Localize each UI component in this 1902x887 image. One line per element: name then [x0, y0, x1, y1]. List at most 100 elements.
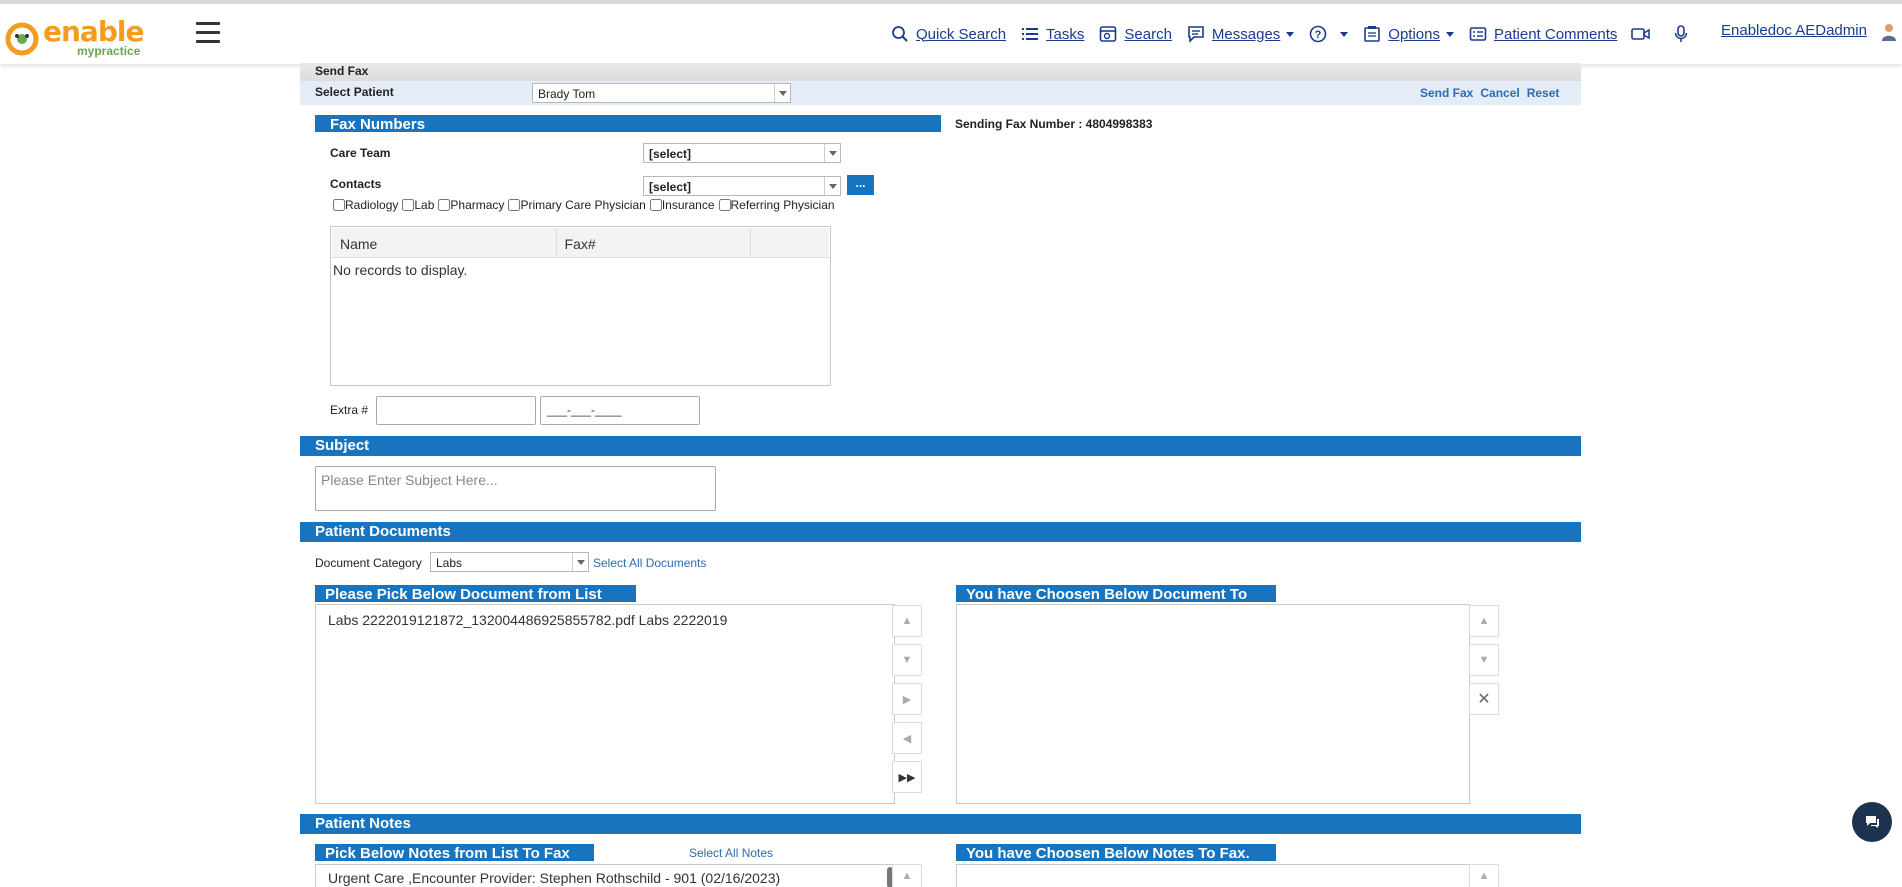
nav-options-label: Options: [1388, 25, 1440, 43]
grid-header: Name Fax#: [332, 228, 829, 258]
nav-tasks[interactable]: Tasks: [1020, 24, 1084, 44]
radiology-checkbox[interactable]: Radiology: [333, 198, 398, 212]
insurance-label: Insurance: [661, 198, 715, 212]
menu-toggle-icon[interactable]: [196, 22, 220, 44]
subject-header: Subject: [300, 436, 1581, 456]
send-fax-button[interactable]: Send Fax: [1420, 86, 1473, 100]
microphone-icon: [1671, 24, 1691, 44]
move-left-button[interactable]: ◀: [892, 722, 922, 754]
grid-col-name[interactable]: Name: [332, 228, 557, 257]
reset-button[interactable]: Reset: [1527, 86, 1560, 100]
cancel-button[interactable]: Cancel: [1480, 86, 1519, 100]
chevron-down-icon: [824, 144, 840, 162]
app-logo[interactable]: enable mypractice: [5, 14, 145, 60]
top-nav: Quick Search Tasks Search Messages ? Opt…: [890, 22, 1711, 46]
document-category-label: Document Category: [315, 556, 422, 570]
nav-patient-comments[interactable]: Patient Comments: [1468, 24, 1617, 44]
pharmacy-checkbox[interactable]: Pharmacy: [438, 198, 504, 212]
chevron-down-icon: [1286, 31, 1295, 37]
pharmacy-label: Pharmacy: [450, 198, 505, 212]
triangle-up-icon: ▲: [1478, 870, 1490, 882]
move-all-right-button[interactable]: ▶▶: [892, 761, 922, 793]
double-right-icon: ▶▶: [898, 771, 916, 784]
message-icon: [1186, 24, 1206, 44]
nav-help[interactable]: ?: [1308, 24, 1349, 44]
extra-label: Extra #: [330, 403, 369, 417]
chosen-notes-list: [956, 864, 1470, 887]
triangle-right-icon: ▶: [902, 693, 912, 706]
list-item[interactable]: Labs 2222019121872_132004486925855782.pd…: [316, 605, 894, 635]
primary-care-checkbox[interactable]: Primary Care Physician: [508, 198, 646, 212]
grid-col-blank: [751, 228, 829, 257]
video-icon: [1631, 24, 1651, 44]
contacts-select[interactable]: [select]: [643, 176, 841, 196]
nav-patient-comments-label: Patient Comments: [1494, 25, 1618, 43]
care-team-select-value: [select]: [649, 147, 692, 161]
list-item[interactable]: Urgent Care ,Encounter Provider: Stephen…: [316, 865, 894, 887]
triangle-down-icon: ▼: [901, 654, 913, 666]
document-category-select[interactable]: Labs: [430, 552, 589, 572]
contacts-more-button[interactable]: ...: [847, 175, 874, 195]
extra-fax-input[interactable]: [376, 396, 536, 425]
referring-physician-checkbox[interactable]: Referring Physician: [718, 198, 835, 212]
subject-input[interactable]: Please Enter Subject Here...: [315, 466, 716, 511]
nav-messages[interactable]: Messages: [1186, 24, 1295, 44]
search-doc-icon: [1098, 24, 1118, 44]
move-right-button[interactable]: ▶: [892, 683, 922, 715]
send-fax-title: Send Fax: [300, 63, 1581, 81]
patient-select[interactable]: Brady Tom: [532, 83, 791, 103]
microphone-button[interactable]: [1671, 24, 1697, 44]
nav-messages-label: Messages: [1211, 25, 1281, 43]
patient-select-value: Brady Tom: [538, 87, 596, 101]
move-bottom-button[interactable]: ▼: [892, 644, 922, 676]
nav-search[interactable]: Search: [1098, 24, 1172, 44]
patient-notes-header: Patient Notes: [300, 814, 1581, 834]
notes-move-top-button[interactable]: ▲: [892, 864, 922, 887]
triangle-up-icon: ▲: [1478, 615, 1490, 627]
chosen-move-up-button[interactable]: ▲: [1469, 605, 1499, 637]
contacts-select-value: [select]: [649, 180, 692, 194]
select-patient-bar: [300, 81, 1581, 105]
triangle-up-icon: ▲: [901, 615, 913, 627]
user-menu[interactable]: Enabledoc AEDadmin: [1721, 22, 1867, 39]
nav-search-label: Search: [1124, 25, 1172, 43]
contact-type-filters: Radiology Lab Pharmacy Primary Care Phys…: [333, 198, 839, 212]
select-all-documents-link[interactable]: Select All Documents: [593, 556, 706, 570]
move-top-button[interactable]: ▲: [892, 605, 922, 637]
available-notes-list: Urgent Care ,Encounter Provider: Stephen…: [315, 864, 895, 887]
insurance-checkbox[interactable]: Insurance: [649, 198, 715, 212]
brand-name: enable: [43, 15, 144, 48]
svg-text:?: ?: [1315, 29, 1322, 41]
care-team-label: Care Team: [330, 146, 391, 160]
options-icon: [1362, 24, 1382, 44]
chosen-notes-header: You have Choosen Below Notes To Fax.: [956, 844, 1276, 862]
lab-checkbox[interactable]: Lab: [402, 198, 434, 212]
sending-fax-number: Sending Fax Number : 4804998383: [955, 117, 1153, 131]
list-icon: [1020, 24, 1040, 44]
remove-document-button[interactable]: ✕: [1469, 683, 1499, 715]
chat-icon: [1866, 816, 1879, 828]
extra-fax-number-input[interactable]: ___-___-____: [540, 396, 700, 425]
fax-actions: Send Fax Cancel Reset: [1420, 86, 1559, 100]
user-avatar-icon[interactable]: [1880, 22, 1898, 42]
primary-care-label: Primary Care Physician: [520, 198, 646, 212]
referring-physician-label: Referring Physician: [730, 198, 835, 212]
fax-numbers-header: Fax Numbers: [315, 115, 941, 133]
nav-options[interactable]: Options: [1362, 24, 1454, 44]
fax-contacts-grid: Name Fax# No records to display.: [330, 226, 831, 386]
nav-tasks-label: Tasks: [1046, 25, 1085, 43]
grid-col-fax[interactable]: Fax#: [557, 228, 752, 257]
chosen-notes-move-up-button[interactable]: ▲: [1469, 864, 1499, 887]
select-all-notes-link[interactable]: Select All Notes: [689, 846, 773, 860]
nav-quick-search[interactable]: Quick Search: [890, 24, 1006, 44]
search-icon: [890, 24, 910, 44]
help-icon: ?: [1308, 24, 1328, 44]
pick-notes-header: Pick Below Notes from List To Fax: [315, 844, 594, 862]
care-team-select[interactable]: [select]: [643, 143, 841, 163]
logo-mark-icon: [5, 22, 39, 56]
chat-button[interactable]: [1852, 802, 1892, 842]
chevron-down-icon: [824, 177, 840, 195]
video-button[interactable]: [1631, 24, 1657, 44]
select-patient-label: Select Patient: [315, 85, 394, 99]
chosen-move-down-button[interactable]: ▼: [1469, 644, 1499, 676]
